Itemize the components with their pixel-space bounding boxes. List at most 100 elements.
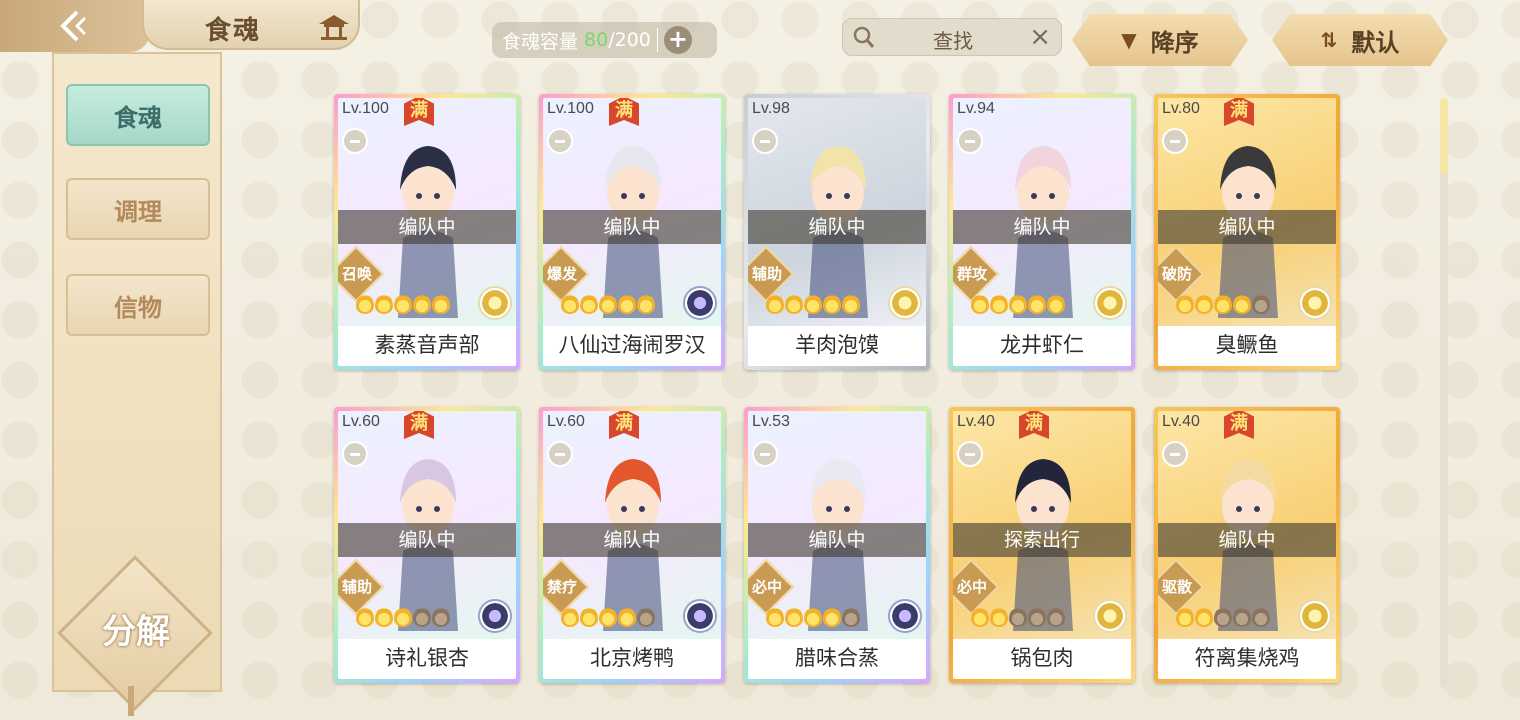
star-filled-icon (990, 294, 1008, 314)
triangle-down-icon: ▼ (1121, 28, 1137, 52)
star-filled-icon (842, 294, 860, 314)
star-filled-icon (580, 294, 598, 314)
role-label: 禁疗 (546, 578, 577, 596)
back-button[interactable] (0, 0, 150, 52)
role-label: 辅助 (751, 265, 782, 283)
status-badge: 编队中 (543, 523, 721, 557)
star-filled-icon (766, 607, 784, 627)
search-placeholder: 查找 (933, 29, 973, 53)
star-filled-icon (432, 294, 450, 314)
scrollbar[interactable] (1440, 98, 1448, 688)
star-filled-icon (599, 294, 617, 314)
food-soul-card[interactable]: Lv.94 编队中 群攻 龙井虾仁 (949, 94, 1135, 370)
star-filled-icon (356, 607, 374, 627)
card-body: Lv.100 满 编队中 爆发 八仙过海闹罗汉 (543, 98, 721, 366)
star-rating (766, 294, 860, 314)
close-icon[interactable]: × (1029, 22, 1051, 52)
star-filled-icon (618, 294, 636, 314)
sort-order-label: 降序 (1150, 28, 1199, 57)
star-filled-icon (766, 294, 784, 314)
card-body: Lv.40 满 探索出行 必中 锅包肉 (953, 411, 1131, 679)
star-filled-icon (618, 607, 636, 627)
top-bar: 食魂 食魂容量 80 / 200 + 查找 × ▼ 降序 ⇅ 默认 (0, 0, 1520, 66)
food-soul-name: 八仙过海闹罗汉 (558, 333, 706, 357)
tab-token[interactable]: 信物 (66, 274, 210, 336)
star-filled-icon (394, 294, 412, 314)
food-soul-card[interactable]: Lv.53 编队中 必中 腊味合蒸 (744, 407, 930, 683)
tab-food-soul[interactable]: 食魂 (66, 84, 210, 146)
status-badge: 编队中 (748, 210, 926, 244)
star-empty-icon (1047, 607, 1065, 627)
capacity-divider (656, 28, 658, 52)
pavilion-icon (319, 15, 349, 40)
food-soul-card[interactable]: Lv.100 满 编队中 爆发 八仙过海闹罗汉 (539, 94, 725, 370)
capacity-max: 200 (614, 29, 651, 51)
bowl-icon (547, 441, 573, 467)
food-soul-card[interactable]: Lv.98 编队中 辅助 羊肉泡馍 (744, 94, 930, 370)
element-flower-icon (683, 599, 717, 633)
sort-arrows-icon: ⇅ (1320, 28, 1338, 52)
search-input[interactable]: 查找 × (842, 18, 1062, 56)
star-filled-icon (1195, 607, 1213, 627)
star-filled-icon (1047, 294, 1065, 314)
plus-icon[interactable]: + (663, 26, 692, 54)
star-filled-icon (804, 607, 822, 627)
card-body: Lv.100 满 编队中 召唤 素蒸音声部 (338, 98, 516, 366)
capacity-display: 食魂容量 80 / 200 + (492, 22, 717, 58)
food-soul-card[interactable]: Lv.40 满 编队中 驱散 符离集烧鸡 (1154, 407, 1340, 683)
star-empty-icon (1009, 607, 1027, 627)
star-rating (971, 607, 1065, 627)
status-badge: 编队中 (748, 523, 926, 557)
star-filled-icon (413, 294, 431, 314)
food-soul-card[interactable]: Lv.80 满 编队中 破防 臭鳜鱼 (1154, 94, 1340, 370)
food-soul-name: 腊味合蒸 (795, 646, 879, 670)
level-label: Lv.40 (1162, 413, 1200, 430)
star-rating (766, 607, 860, 627)
food-soul-name: 符离集烧鸡 (1194, 646, 1300, 670)
star-rating (561, 294, 655, 314)
status-badge: 编队中 (953, 210, 1131, 244)
star-rating (971, 294, 1065, 314)
back-arrow-icon (60, 10, 87, 42)
bowl-icon (957, 128, 983, 154)
capacity-current: 80 (584, 29, 609, 51)
food-soul-card[interactable]: Lv.60 满 编队中 辅助 诗礼银杏 (334, 407, 520, 683)
star-empty-icon (1252, 294, 1270, 314)
star-filled-icon (785, 294, 803, 314)
star-empty-icon (413, 607, 431, 627)
star-rating (356, 607, 450, 627)
bowl-icon (752, 128, 778, 154)
role-label: 辅助 (341, 578, 372, 596)
star-filled-icon (990, 607, 1008, 627)
tab-conditioning[interactable]: 调理 (66, 178, 210, 240)
bowl-icon (342, 441, 368, 467)
food-soul-name: 羊肉泡馍 (795, 333, 879, 357)
card-body: Lv.53 编队中 必中 腊味合蒸 (748, 411, 926, 679)
star-filled-icon (375, 294, 393, 314)
level-label: Lv.80 (1162, 100, 1200, 117)
star-rating (1176, 607, 1270, 627)
scroll-thumb[interactable] (1440, 98, 1448, 174)
sort-mode-label: 默认 (1351, 28, 1400, 57)
card-body: Lv.60 满 编队中 辅助 诗礼银杏 (338, 411, 516, 679)
element-flower-icon (478, 599, 512, 633)
star-filled-icon (637, 294, 655, 314)
food-soul-card[interactable]: Lv.60 满 编队中 禁疗 北京烤鸭 (539, 407, 725, 683)
star-filled-icon (394, 607, 412, 627)
star-filled-icon (1176, 294, 1194, 314)
sort-mode-button[interactable]: ⇅ 默认 (1272, 14, 1448, 66)
element-flower-icon (478, 286, 512, 320)
food-soul-card[interactable]: Lv.40 满 探索出行 必中 锅包肉 (949, 407, 1135, 683)
status-badge: 编队中 (543, 210, 721, 244)
element-flower-icon (1093, 286, 1127, 320)
food-soul-card[interactable]: Lv.100 满 编队中 召唤 素蒸音声部 (334, 94, 520, 370)
tassel-decoration (128, 686, 134, 716)
star-filled-icon (356, 294, 374, 314)
status-badge: 编队中 (1158, 523, 1336, 557)
level-label: Lv.60 (342, 413, 380, 430)
sort-order-button[interactable]: ▼ 降序 (1072, 14, 1248, 66)
page-title: 食魂 (205, 16, 262, 46)
star-filled-icon (804, 294, 822, 314)
level-label: Lv.60 (547, 413, 585, 430)
star-filled-icon (375, 607, 393, 627)
